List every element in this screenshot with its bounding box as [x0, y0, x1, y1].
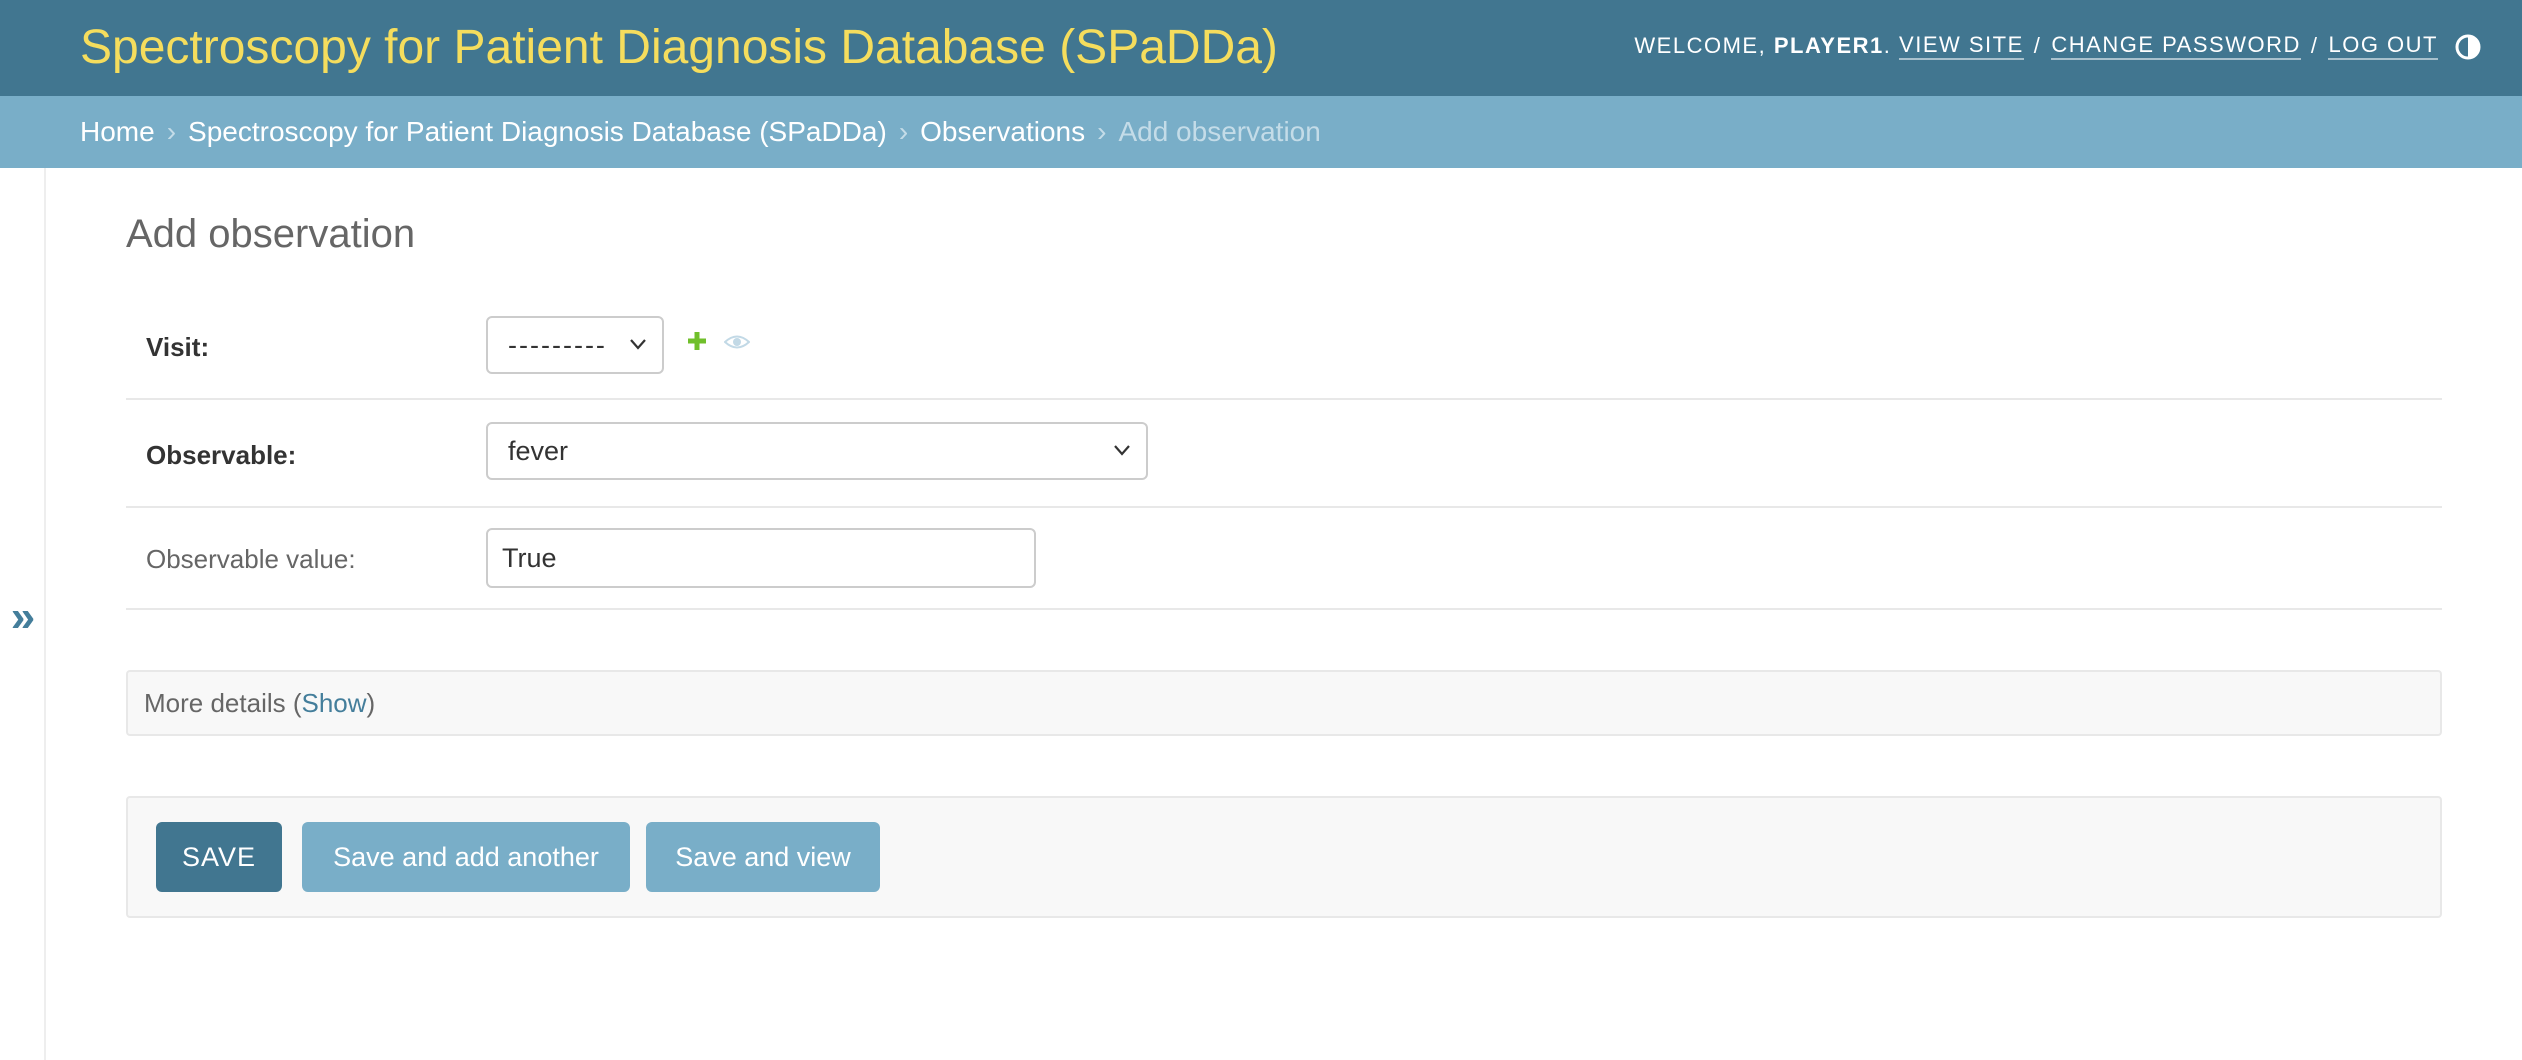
- breadcrumb-app[interactable]: Spectroscopy for Patient Diagnosis Datab…: [188, 116, 887, 147]
- observable-value-label: Observable value:: [146, 544, 356, 574]
- change-password-link[interactable]: CHANGE PASSWORD: [2051, 32, 2301, 60]
- breadcrumb-home[interactable]: Home: [80, 116, 155, 147]
- save-button[interactable]: SAVE: [156, 822, 282, 892]
- breadcrumb-separator: ›: [166, 116, 177, 147]
- theme-toggle-icon[interactable]: [2454, 33, 2482, 61]
- observable-select[interactable]: fever: [486, 422, 1148, 480]
- site-title[interactable]: Spectroscopy for Patient Diagnosis Datab…: [80, 20, 1278, 76]
- save-and-view-button[interactable]: Save and view: [646, 822, 880, 892]
- visit-select-value: ---------: [508, 330, 607, 360]
- add-visit-icon[interactable]: [686, 330, 708, 352]
- sidebar-toggle-icon[interactable]: »: [8, 592, 38, 642]
- header-bar: Spectroscopy for Patient Diagnosis Datab…: [0, 0, 2522, 96]
- user-tools: WELCOME, PLAYER1. VIEW SITE / CHANGE PAS…: [1634, 30, 2438, 62]
- view-visit-icon: [724, 335, 750, 349]
- log-out-link[interactable]: LOG OUT: [2328, 32, 2438, 60]
- more-details-prefix: More details (: [144, 688, 302, 718]
- breadcrumb-separator: ›: [1097, 116, 1107, 147]
- more-details-suffix: ): [366, 688, 376, 718]
- show-details-link[interactable]: Show: [302, 688, 367, 718]
- separator: /: [2033, 33, 2042, 58]
- breadcrumb-observations[interactable]: Observations: [920, 116, 1085, 147]
- visit-select[interactable]: ---------: [486, 316, 664, 374]
- form-row-observable-value: Observable value: True: [126, 508, 2442, 610]
- breadcrumb: Home › Spectroscopy for Patient Diagnosis …: [0, 96, 2522, 168]
- form-row-visit: Visit: ---------: [126, 292, 2442, 400]
- visit-label: Visit:: [146, 332, 210, 362]
- form-row-observable: Observable: fever: [126, 400, 2442, 508]
- separator: /: [2310, 33, 2319, 58]
- chevron-down-icon: [630, 339, 646, 350]
- observable-label: Observable:: [146, 440, 297, 470]
- more-details-fieldset: More details (Show): [126, 670, 2442, 736]
- chevron-down-icon: [1114, 445, 1130, 456]
- save-and-add-another-button[interactable]: Save and add another: [302, 822, 630, 892]
- view-site-link[interactable]: VIEW SITE: [1899, 32, 2024, 60]
- observable-select-value: fever: [508, 436, 569, 466]
- breadcrumb-current: Add observation: [1118, 116, 1321, 147]
- breadcrumb-separator: ›: [898, 116, 909, 147]
- period-label: .: [1883, 33, 1892, 58]
- page-title: Add observation: [126, 212, 416, 256]
- submit-row: SAVE Save and add another Save and view: [126, 796, 2442, 918]
- welcome-label: WELCOME,: [1634, 33, 1767, 58]
- observable-value-input[interactable]: True: [486, 528, 1036, 588]
- username: PLAYER1: [1773, 33, 1884, 58]
